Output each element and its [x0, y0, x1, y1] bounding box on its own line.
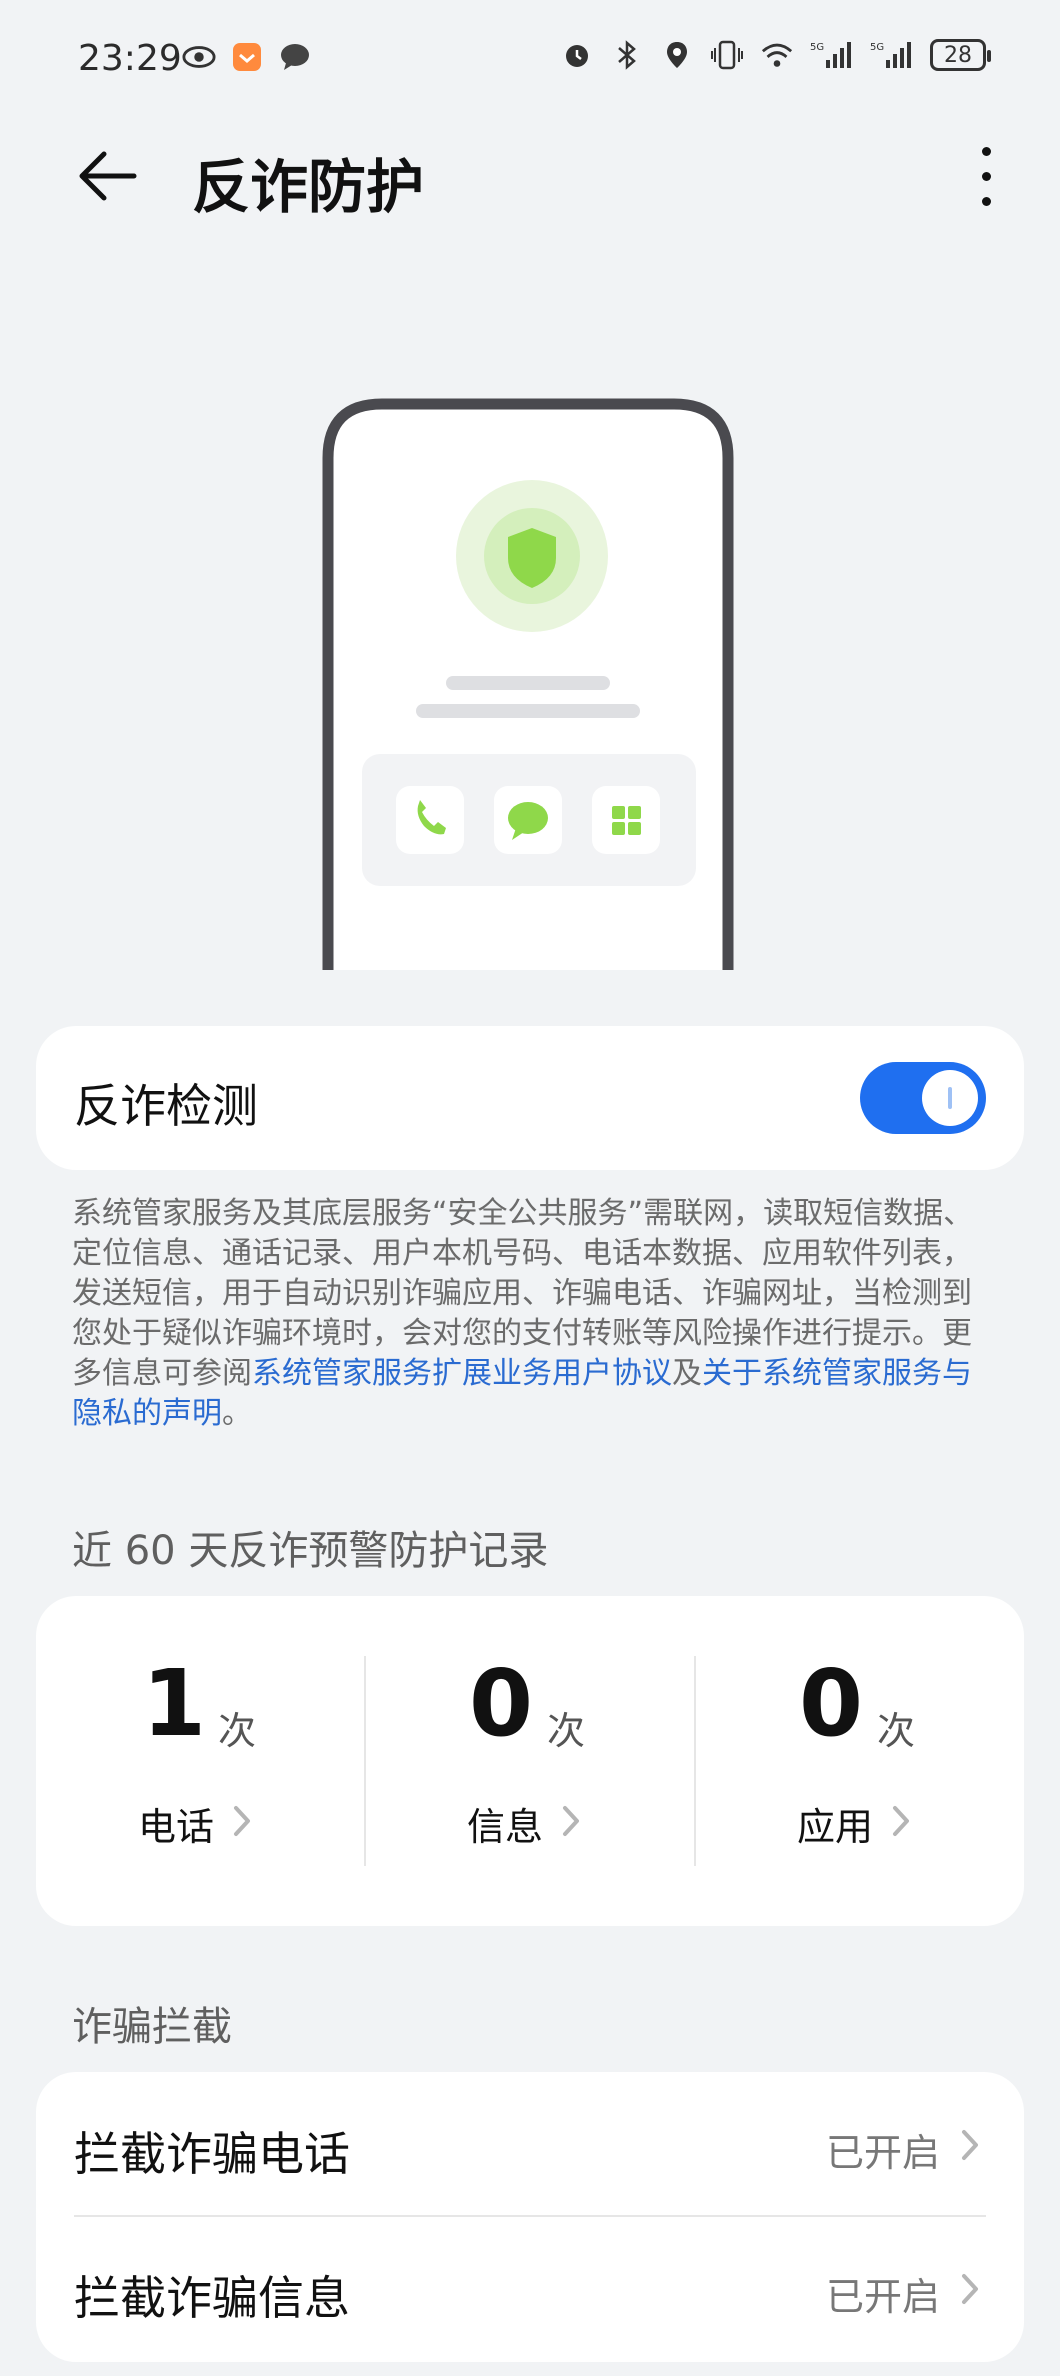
- wifi-icon: [760, 38, 794, 72]
- stat-calls[interactable]: 1 次 电话: [36, 1596, 365, 1926]
- location-icon: [660, 38, 694, 72]
- intercept-calls-row[interactable]: 拦截诈骗电话 已开启: [36, 2072, 1024, 2217]
- stat-unit: 次: [877, 1709, 916, 1753]
- stat-label: 应用: [797, 1805, 874, 1849]
- row-status: 已开启: [825, 2275, 940, 2319]
- bluetooth-icon: [610, 38, 644, 72]
- alarm-icon: [560, 38, 594, 72]
- stat-apps[interactable]: 0 次 应用: [695, 1596, 1024, 1926]
- stat-label: 信息: [467, 1805, 544, 1849]
- message-bubble-icon: [278, 40, 312, 74]
- row-label: 拦截诈骗电话: [74, 2127, 350, 2181]
- anti-fraud-detection-card: 反诈检测: [36, 1026, 1024, 1170]
- signal-5g-icon: 5G: [870, 38, 914, 72]
- privacy-description: 系统管家服务及其底层服务“安全公共服务”需联网，读取短信数据、定位信息、通话记录…: [72, 1194, 992, 1434]
- arrow-left-icon[interactable]: [70, 138, 146, 214]
- stat-count: 0: [799, 1650, 864, 1757]
- page-title: 反诈防护: [192, 153, 425, 221]
- battery-icon: 28: [930, 39, 991, 71]
- records-card: 1 次 电话 0 次 信息 0 次 应用: [36, 1596, 1024, 1926]
- svg-text:5G: 5G: [870, 42, 884, 53]
- chevron-right-icon: [228, 1800, 256, 1842]
- chevron-right-icon: [887, 1800, 915, 1842]
- signal-5g-icon: 5G: [810, 38, 854, 72]
- more-vertical-icon[interactable]: [958, 138, 1014, 214]
- row-status: 已开启: [825, 2131, 940, 2175]
- status-time: 23:29: [78, 38, 182, 79]
- stat-count: 1: [142, 1650, 207, 1757]
- app-notification-icon: [230, 40, 264, 74]
- status-bar: 23:29 5G 5G 28: [0, 0, 1060, 118]
- stat-messages[interactable]: 0 次 信息: [365, 1596, 694, 1926]
- stat-label: 电话: [138, 1805, 215, 1849]
- row-label: 拦截诈骗信息: [74, 2271, 350, 2325]
- eye-icon: [182, 40, 216, 74]
- anti-fraud-detection-label: 反诈检测: [74, 1079, 258, 1133]
- app-header: 反诈防护: [0, 118, 1060, 236]
- stat-count: 0: [469, 1650, 534, 1757]
- vibrate-icon: [710, 38, 744, 72]
- phone-shield-illustration: [322, 398, 734, 970]
- records-section-title: 近 60 天反诈预警防护记录: [72, 1528, 549, 1574]
- chevron-right-icon: [557, 1800, 585, 1842]
- user-agreement-link[interactable]: 系统管家服务扩展业务用户协议: [252, 1356, 672, 1391]
- intercept-section-title: 诈骗拦截: [72, 2004, 232, 2050]
- svg-text:5G: 5G: [810, 42, 824, 53]
- intercept-messages-row[interactable]: 拦截诈骗信息 已开启: [36, 2216, 1024, 2360]
- stat-unit: 次: [218, 1709, 257, 1753]
- anti-fraud-detection-toggle[interactable]: [860, 1062, 986, 1134]
- stat-unit: 次: [547, 1709, 586, 1753]
- toggle-knob: [922, 1070, 978, 1126]
- description-end: 。: [222, 1396, 252, 1431]
- intercept-card: 拦截诈骗电话 已开启 拦截诈骗信息 已开启: [36, 2072, 1024, 2362]
- description-and: 及: [672, 1356, 702, 1391]
- chevron-right-icon: [956, 2124, 984, 2166]
- chevron-right-icon: [956, 2268, 984, 2310]
